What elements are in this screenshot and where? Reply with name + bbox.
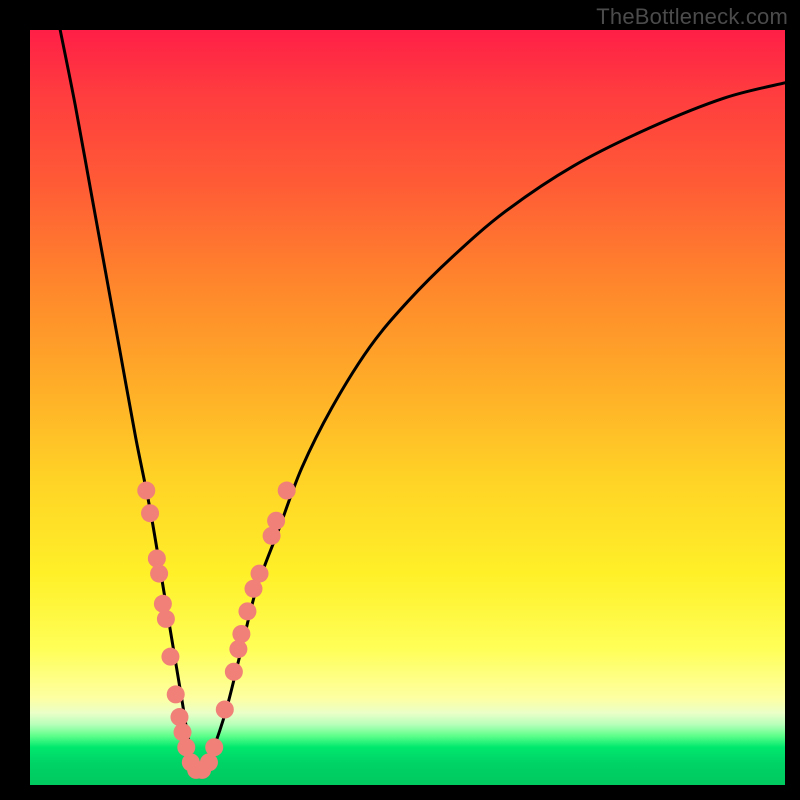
data-marker — [251, 565, 269, 583]
data-marker — [157, 610, 175, 628]
data-marker — [225, 663, 243, 681]
data-marker — [174, 723, 192, 741]
data-marker — [161, 648, 179, 666]
data-marker — [148, 550, 166, 568]
data-marker — [167, 685, 185, 703]
marker-cluster — [137, 482, 295, 779]
plot-area — [30, 30, 785, 785]
data-marker — [232, 625, 250, 643]
watermark-text: TheBottleneck.com — [596, 4, 788, 30]
data-marker — [137, 482, 155, 500]
data-marker — [170, 708, 188, 726]
data-marker — [238, 602, 256, 620]
data-marker — [150, 565, 168, 583]
outer-frame: TheBottleneck.com — [0, 0, 800, 800]
data-marker — [154, 595, 172, 613]
data-marker — [229, 640, 247, 658]
data-marker — [141, 504, 159, 522]
data-marker — [205, 738, 223, 756]
data-marker — [216, 701, 234, 719]
chart-svg — [30, 30, 785, 785]
data-marker — [278, 482, 296, 500]
data-marker — [267, 512, 285, 530]
